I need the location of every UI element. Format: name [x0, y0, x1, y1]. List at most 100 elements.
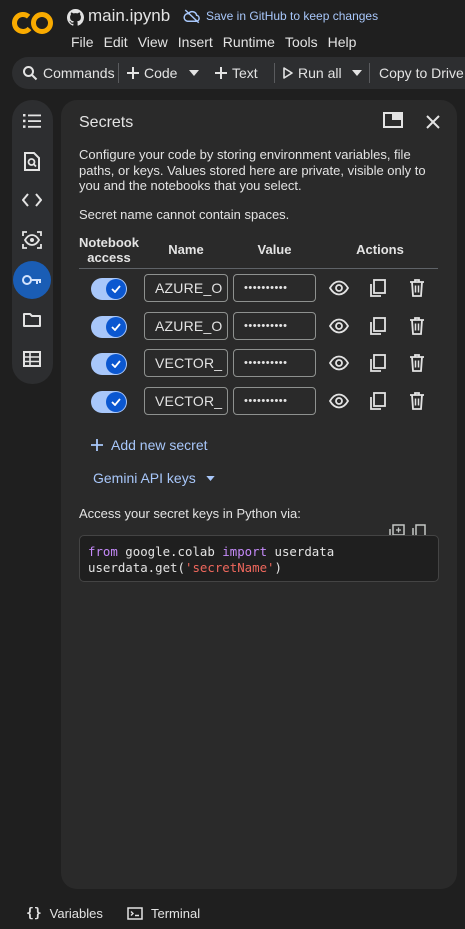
column-header-actions: Actions: [356, 242, 404, 257]
panel-title: Secrets: [79, 114, 134, 131]
caret-down-icon: [206, 475, 215, 481]
code-keyword: from: [88, 544, 118, 559]
secrets-button[interactable]: [13, 261, 51, 299]
close-button[interactable]: [423, 112, 443, 132]
check-icon: [111, 360, 121, 368]
files-button[interactable]: [13, 300, 51, 338]
toggle-visibility-button[interactable]: [329, 391, 349, 411]
secret-name-warning: Secret name cannot contain spaces.: [79, 207, 290, 222]
menu-file[interactable]: File: [66, 33, 99, 51]
secret-value-input[interactable]: ••••••••••: [233, 312, 316, 340]
notebook-title[interactable]: main.ipynb: [88, 6, 170, 26]
add-code-dropdown[interactable]: [189, 57, 199, 89]
run-all-dropdown[interactable]: [352, 57, 362, 89]
eye-icon: [329, 353, 349, 373]
secret-row: VECTOR_ ••••••••••: [61, 387, 457, 417]
table-icon: [23, 351, 41, 367]
add-new-secret-button[interactable]: Add new secret: [91, 437, 208, 453]
plus-icon: [215, 67, 227, 79]
trash-icon: [407, 391, 427, 411]
toggle-visibility-button[interactable]: [329, 278, 349, 298]
delete-secret-button[interactable]: [407, 278, 427, 298]
copy-to-drive-button[interactable]: Copy to Drive: [379, 57, 464, 89]
gemini-api-keys-dropdown[interactable]: Gemini API keys: [93, 470, 215, 486]
open-in-tab-button[interactable]: [383, 112, 405, 132]
notebook-access-toggle[interactable]: [91, 391, 127, 413]
panel-description: Configure your code by storing environme…: [79, 147, 426, 193]
open-in-tab-icon: [383, 112, 405, 128]
notebook-access-toggle[interactable]: [91, 278, 127, 300]
add-text-button[interactable]: Text: [215, 57, 258, 89]
copy-value-button[interactable]: [368, 391, 388, 411]
menu-bar: File Edit View Insert Runtime Tools Help: [66, 33, 361, 51]
folder-icon: [23, 312, 41, 327]
check-icon: [111, 323, 121, 331]
data-tables-button[interactable]: [13, 340, 51, 378]
find-replace-button[interactable]: [13, 142, 51, 180]
toggle-visibility-button[interactable]: [329, 353, 349, 373]
bottom-bar: {} Variables Terminal: [0, 898, 465, 929]
terminal-button[interactable]: Terminal: [127, 906, 200, 921]
trash-icon: [407, 353, 427, 373]
list-icon: [23, 113, 41, 129]
eye-icon: [329, 316, 349, 336]
secret-value-input[interactable]: ••••••••••: [233, 349, 316, 377]
run-all-button[interactable]: Run all: [283, 57, 342, 89]
run-all-label: Run all: [298, 65, 342, 81]
save-in-github-label: Save in GitHub to keep changes: [206, 9, 379, 23]
secret-row: VECTOR_ ••••••••••: [61, 349, 457, 379]
terminal-label: Terminal: [151, 906, 201, 921]
colab-logo[interactable]: [12, 9, 54, 37]
menu-view[interactable]: View: [133, 33, 173, 51]
menu-tools[interactable]: Tools: [280, 33, 323, 51]
save-in-github-link[interactable]: Save in GitHub to keep changes: [183, 8, 378, 24]
key-icon: [22, 274, 42, 286]
commands-button[interactable]: Commands: [22, 57, 115, 89]
delete-secret-button[interactable]: [407, 391, 427, 411]
toggle-visibility-button[interactable]: [329, 316, 349, 336]
column-header-name: Name: [168, 242, 204, 257]
terminal-icon: [127, 907, 143, 920]
cloud-off-icon: [183, 8, 201, 24]
side-rail: [12, 100, 53, 384]
toolbar-divider: [118, 63, 119, 83]
toolbar-divider: [274, 63, 275, 83]
gemini-api-keys-label: Gemini API keys: [93, 470, 196, 486]
code-snippets-button[interactable]: [13, 181, 51, 219]
secret-row: AZURE_O ••••••••••: [61, 312, 457, 342]
table-of-contents-button[interactable]: [13, 102, 51, 140]
variable-inspector-button[interactable]: [13, 221, 51, 259]
secret-value-input[interactable]: ••••••••••: [233, 274, 316, 302]
notebook-access-toggle[interactable]: [91, 316, 127, 338]
code-snippet: from google.colab import userdata userda…: [79, 535, 439, 582]
delete-secret-button[interactable]: [407, 316, 427, 336]
notebook-access-toggle[interactable]: [91, 353, 127, 375]
secrets-panel: Secrets Configure your code by storing e…: [61, 100, 457, 889]
copy-value-button[interactable]: [368, 316, 388, 336]
secret-name-input[interactable]: VECTOR_: [144, 349, 228, 377]
copy-value-button[interactable]: [368, 353, 388, 373]
copy-value-button[interactable]: [368, 278, 388, 298]
toolbar: Commands Code Text Run all Copy to Drive: [12, 57, 465, 89]
plus-icon: [91, 439, 103, 451]
add-code-button[interactable]: Code: [127, 57, 177, 89]
menu-help[interactable]: Help: [323, 33, 362, 51]
variables-button[interactable]: {} Variables: [26, 906, 103, 921]
copy-icon: [368, 316, 388, 336]
menu-insert[interactable]: Insert: [173, 33, 218, 51]
code-keyword: import: [222, 544, 268, 559]
delete-secret-button[interactable]: [407, 353, 427, 373]
menu-runtime[interactable]: Runtime: [218, 33, 280, 51]
commands-label: Commands: [43, 65, 115, 81]
secret-name-input[interactable]: AZURE_O: [144, 274, 228, 302]
check-icon: [111, 398, 121, 406]
access-header-line2: access: [87, 249, 131, 265]
menu-edit[interactable]: Edit: [99, 33, 133, 51]
secret-value-input[interactable]: ••••••••••: [233, 387, 316, 415]
secret-name-input[interactable]: VECTOR_: [144, 387, 228, 415]
eye-scan-icon: [22, 231, 42, 249]
add-code-label: Code: [144, 65, 178, 81]
add-new-secret-label: Add new secret: [111, 437, 208, 453]
copy-to-drive-label: Copy to Drive: [379, 65, 464, 81]
secret-name-input[interactable]: AZURE_O: [144, 312, 228, 340]
